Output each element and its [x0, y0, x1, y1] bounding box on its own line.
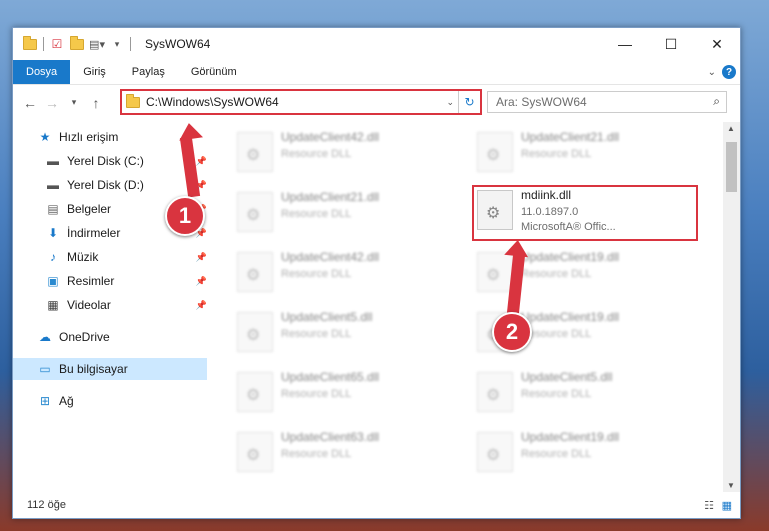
music-icon: ♪	[50, 250, 56, 264]
sidebar-item-music[interactable]: ♪ Müzik 📌	[45, 246, 207, 268]
sidebar-item-videos[interactable]: ▦ Videolar 📌	[45, 294, 207, 316]
pin-icon[interactable]: 📌	[196, 156, 207, 167]
navigation-pane: ★ Hızlı erişim ▬ Yerel Disk (C:) 📌 ▬ Yer…	[13, 122, 207, 492]
item-count: 112 öğe	[27, 499, 66, 511]
address-path: C:\Windows\SysWOW64	[146, 95, 279, 109]
sidebar-item-label: Yerel Disk (C:)	[67, 154, 144, 168]
dll-file-icon: ⚙	[237, 372, 273, 412]
list-item[interactable]: ⚙ UpdateClient63.dll Resource DLL	[237, 426, 437, 478]
dll-file-icon: ⚙	[237, 312, 273, 352]
title-bar: ☑ ▤▾ ▾ SysWOW64 — ☐ ✕	[13, 28, 740, 60]
file-list: ⚙ UpdateClient42.dll Resource DLL ⚙ Upda…	[209, 122, 723, 492]
window-title: SysWOW64	[145, 37, 211, 51]
refresh-icon[interactable]: ↻	[458, 91, 480, 113]
list-item[interactable]: ⚙ UpdateClient5.dll Resource DLL	[237, 306, 437, 358]
pin-icon[interactable]: 📌	[196, 300, 207, 311]
pin-icon[interactable]: 📌	[196, 276, 207, 287]
maximize-button[interactable]: ☐	[648, 28, 694, 60]
list-item[interactable]: ⚙ UpdateClient42.dll Resource DLL	[237, 246, 437, 298]
search-icon: ⌕	[713, 94, 720, 108]
list-item[interactable]: ⚙ UpdateClient21.dll Resource DLL	[237, 186, 437, 238]
sidebar-item-label: OneDrive	[59, 330, 110, 344]
sidebar-item-onedrive[interactable]: ☁ OneDrive	[37, 326, 205, 348]
sidebar-item-local-disk-d[interactable]: ▬ Yerel Disk (D:) 📌	[45, 174, 207, 196]
sidebar-item-pictures[interactable]: ▣ Resimler 📌	[45, 270, 207, 292]
annotation-badge-2: 2	[492, 312, 532, 352]
vertical-scrollbar[interactable]: ▲ ▼	[723, 122, 740, 492]
expand-ribbon-icon[interactable]: ⌄	[708, 67, 716, 78]
back-arrow-icon[interactable]: ←	[19, 95, 41, 111]
dll-file-icon: ⚙	[477, 432, 513, 472]
computer-icon: ▭	[39, 362, 51, 376]
dll-file-icon: ⚙	[477, 372, 513, 412]
chevron-down-icon[interactable]: ⌄	[446, 97, 454, 108]
cloud-icon: ☁	[39, 330, 51, 344]
folder-icon	[126, 93, 140, 109]
sidebar-item-label: Resimler	[67, 274, 115, 288]
separator	[43, 37, 44, 51]
new-folder-icon[interactable]	[70, 35, 84, 51]
sidebar-item-label: Ağ	[59, 394, 74, 408]
list-item[interactable]: ⚙ UpdateClient21.dll Resource DLL	[477, 126, 677, 178]
status-bar: 112 öğe ☷ ▦	[13, 492, 740, 518]
scrollbar-thumb[interactable]	[726, 142, 737, 192]
navigation-bar: ← → ▾ ↑ C:\Windows\SysWOW64 ⌄ ↻ Ara: Sys…	[13, 84, 740, 120]
sidebar-item-label: Müzik	[67, 250, 99, 264]
annotation-badge-1: 1	[165, 196, 205, 236]
dll-file-icon: ⚙	[237, 132, 273, 172]
recent-locations-icon[interactable]: ▾	[63, 97, 85, 108]
large-icons-view-icon[interactable]: ▦	[722, 499, 732, 512]
dll-file-icon: ⚙	[237, 192, 273, 232]
videos-icon: ▦	[47, 298, 59, 312]
list-item[interactable]: ⚙ UpdateClient5.dll Resource DLL	[477, 366, 677, 418]
sidebar-item-label: Videolar	[67, 298, 111, 312]
list-item[interactable]: ⚙ UpdateClient19.dll Resource DLL	[477, 426, 677, 478]
highlight-box	[472, 185, 698, 241]
tab-view[interactable]: Görünüm	[178, 60, 250, 84]
customize-toolbar-icon[interactable]: ▤▾	[89, 37, 105, 51]
network-icon: ⊞	[39, 394, 51, 408]
dropdown-icon[interactable]: ▾	[110, 37, 124, 51]
dll-file-icon: ⚙	[477, 252, 513, 292]
tab-share[interactable]: Paylaş	[119, 60, 178, 84]
ribbon-tabs: Dosya Giriş Paylaş Görünüm ⌄ ?	[13, 60, 740, 84]
documents-icon: ▤	[47, 202, 59, 216]
sidebar-item-label: Belgeler	[67, 202, 112, 216]
scroll-down-icon[interactable]: ▼	[727, 481, 735, 490]
properties-icon[interactable]: ☑	[50, 37, 64, 51]
sidebar-item-label: Yerel Disk (D:)	[67, 178, 144, 192]
pin-icon[interactable]: 📌	[196, 252, 207, 263]
address-bar[interactable]: C:\Windows\SysWOW64 ⌄ ↻	[120, 89, 482, 115]
sidebar-item-label: İndirmeler	[67, 226, 121, 240]
search-placeholder: Ara: SysWOW64	[496, 95, 587, 109]
drive-icon: ▬	[47, 178, 59, 192]
close-button[interactable]: ✕	[694, 28, 740, 60]
sidebar-item-network[interactable]: ⊞ Ağ	[37, 390, 205, 412]
details-view-icon[interactable]: ☷	[704, 499, 714, 512]
forward-arrow-icon[interactable]: →	[41, 95, 63, 111]
dll-file-icon: ⚙	[237, 252, 273, 292]
tab-home[interactable]: Giriş	[70, 60, 119, 84]
minimize-button[interactable]: —	[602, 28, 648, 60]
dll-file-icon: ⚙	[237, 432, 273, 472]
sidebar-item-this-pc[interactable]: ▭ Bu bilgisayar	[13, 358, 207, 380]
sidebar-item-label: Hızlı erişim	[59, 130, 119, 144]
scroll-up-icon[interactable]: ▲	[727, 124, 735, 133]
search-input[interactable]: Ara: SysWOW64 ⌕	[487, 91, 727, 113]
up-arrow-icon[interactable]: ↑	[85, 95, 107, 111]
list-item[interactable]: ⚙ UpdateClient65.dll Resource DLL	[237, 366, 437, 418]
folder-icon	[23, 35, 37, 51]
dll-file-icon: ⚙	[477, 132, 513, 172]
download-icon: ⬇	[47, 226, 59, 240]
star-icon: ★	[39, 130, 51, 144]
list-item[interactable]: ⚙ UpdateClient42.dll Resource DLL	[237, 126, 437, 178]
sidebar-item-label: Bu bilgisayar	[59, 362, 128, 376]
tab-file[interactable]: Dosya	[13, 60, 71, 84]
drive-icon: ▬	[47, 154, 59, 168]
pictures-icon: ▣	[47, 274, 59, 288]
help-icon[interactable]: ?	[722, 65, 736, 79]
explorer-window: ☑ ▤▾ ▾ SysWOW64 — ☐ ✕ Dosya Giriş Paylaş…	[12, 27, 741, 519]
separator	[130, 37, 131, 51]
